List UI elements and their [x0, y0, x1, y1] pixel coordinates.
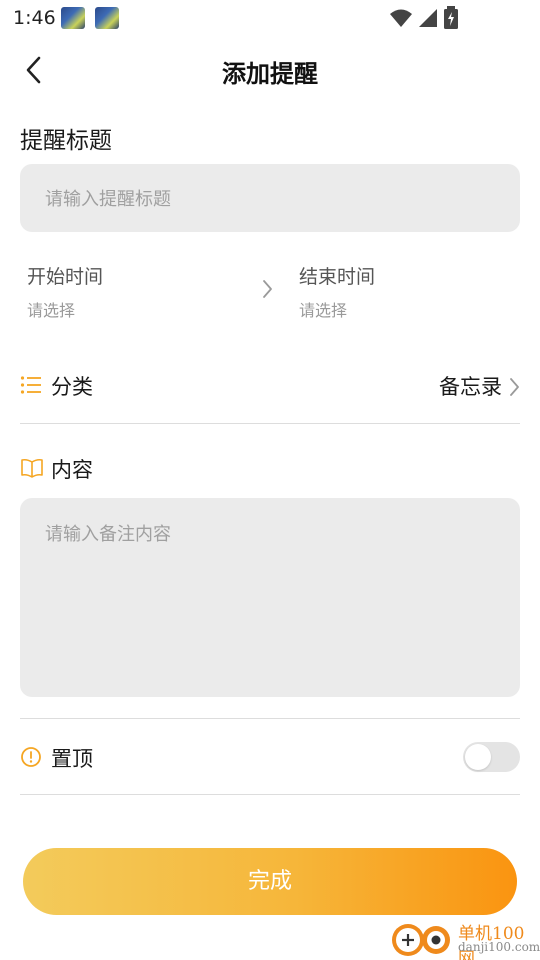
divider: [20, 718, 520, 719]
title-section-label: 提醒标题: [20, 128, 112, 154]
signal-icon: [419, 9, 437, 27]
list-icon: [20, 376, 41, 394]
content-header-row: 内容: [20, 444, 520, 492]
divider: [20, 794, 520, 795]
category-row[interactable]: 分类 备忘录: [20, 361, 520, 409]
chevron-right-icon: [263, 280, 272, 298]
pin-label: 置顶: [51, 747, 93, 771]
end-time-picker[interactable]: 结束时间 请选择: [299, 262, 375, 321]
alert-circle-icon: [21, 747, 41, 767]
end-time-value: 请选择: [299, 301, 348, 320]
divider: [20, 423, 520, 424]
category-label: 分类: [51, 375, 93, 399]
toggle-knob: [465, 744, 491, 770]
status-bar: 1:46: [0, 0, 540, 36]
chevron-right-icon: [510, 378, 519, 396]
watermark: 单机100网 danji100.com: [390, 916, 540, 960]
start-time-label: 开始时间: [27, 266, 104, 288]
content-textarea-placeholder: 请输入备注内容: [45, 524, 171, 545]
start-time-value: 请选择: [27, 301, 76, 320]
watermark-logo-icon: [392, 924, 450, 956]
title-input[interactable]: 请输入提醒标题: [20, 164, 520, 232]
watermark-url: danji100.com: [458, 940, 540, 954]
done-button[interactable]: 完成: [23, 848, 517, 915]
page-title: 添加提醒: [222, 60, 318, 88]
notification-app-icon: [61, 7, 85, 29]
pin-row: 置顶: [20, 733, 520, 781]
end-time-label: 结束时间: [299, 266, 376, 288]
notification-app-icon: [95, 7, 119, 29]
title-input-placeholder: 请输入提醒标题: [45, 189, 171, 210]
pin-toggle[interactable]: [463, 742, 520, 772]
content-label: 内容: [51, 458, 93, 482]
status-time: 1:46: [13, 7, 56, 29]
content-textarea[interactable]: 请输入备注内容: [20, 498, 520, 697]
start-time-picker[interactable]: 开始时间 请选择: [27, 262, 103, 321]
header: 添加提醒: [0, 40, 540, 100]
battery-icon: [444, 6, 458, 29]
wifi-icon: [390, 9, 412, 27]
book-icon: [21, 458, 43, 478]
